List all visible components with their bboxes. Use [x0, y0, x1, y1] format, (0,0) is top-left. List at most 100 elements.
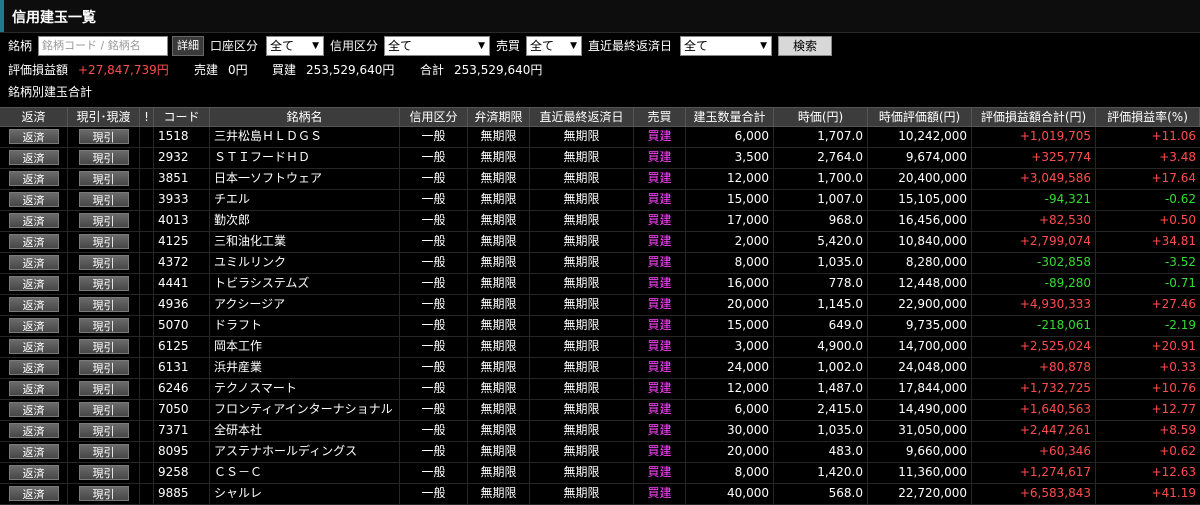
col-code[interactable]: コード: [154, 108, 210, 126]
genbiki-button[interactable]: 現引: [78, 381, 129, 396]
col-qty[interactable]: 建玉数量合計: [686, 108, 774, 126]
genbiki-button[interactable]: 現引: [78, 213, 129, 228]
baibai-select[interactable]: 全て ▼: [526, 36, 582, 56]
table-row[interactable]: 返済 現引 6246 テクノスマート 一般 無期限 無期限 買建 12,000 1,487.0 17…: [0, 379, 1200, 400]
col-rate[interactable]: 評価損益率(%): [1096, 108, 1200, 126]
kubun-cell: 一般: [400, 211, 468, 231]
search-button[interactable]: 検索: [778, 36, 832, 56]
name-cell[interactable]: 浜井産業: [210, 358, 400, 378]
col-val[interactable]: 時価評価額(円): [868, 108, 972, 126]
hensai-button[interactable]: 返済: [8, 150, 59, 165]
col-pl[interactable]: 評価損益額合計(円): [972, 108, 1096, 126]
name-cell[interactable]: ユミルリンク: [210, 253, 400, 273]
kubun-cell: 一般: [400, 316, 468, 336]
col-name[interactable]: 銘柄名: [210, 108, 400, 126]
hensai-button[interactable]: 返済: [8, 423, 59, 438]
name-cell[interactable]: 全研本社: [210, 421, 400, 441]
genbiki-button[interactable]: 現引: [78, 234, 129, 249]
name-cell[interactable]: 勤次郎: [210, 211, 400, 231]
name-cell[interactable]: ＳＴＩフードＨＤ: [210, 148, 400, 168]
genbiki-button[interactable]: 現引: [78, 318, 129, 333]
hensai-button[interactable]: 返済: [8, 360, 59, 375]
table-row[interactable]: 返済 現引 7050 フロンティアインターナショナル 一般 無期限 無期限 買建 6,000 2,…: [0, 400, 1200, 421]
genbiki-button[interactable]: 現引: [78, 150, 129, 165]
genbiki-button[interactable]: 現引: [78, 276, 129, 291]
genbiki-button[interactable]: 現引: [78, 192, 129, 207]
genbiki-button[interactable]: 現引: [78, 423, 129, 438]
table-row[interactable]: 返済 現引 4013 勤次郎 一般 無期限 無期限 買建 17,000 968.0 16,456,0…: [0, 211, 1200, 232]
table-row[interactable]: 返済 現引 4936 アクシージア 一般 無期限 無期限 買建 20,000 1,145.0 22,…: [0, 295, 1200, 316]
hensai-button[interactable]: 返済: [8, 465, 59, 480]
hensai-button[interactable]: 返済: [8, 171, 59, 186]
hensai-button[interactable]: 返済: [8, 213, 59, 228]
table-row[interactable]: 返済 現引 3851 日本一ソフトウェア 一般 無期限 無期限 買建 12,000 1,700.0…: [0, 169, 1200, 190]
hensai-button[interactable]: 返済: [8, 486, 59, 501]
genbiki-button[interactable]: 現引: [78, 339, 129, 354]
hensai-button[interactable]: 返済: [8, 255, 59, 270]
hensai-button[interactable]: 返済: [8, 402, 59, 417]
table-row[interactable]: 返済 現引 4125 三和油化工業 一般 無期限 無期限 買建 2,000 5,420.0 10,8…: [0, 232, 1200, 253]
table-row[interactable]: 返済 現引 9258 ＣＳ－Ｃ 一般 無期限 無期限 買建 8,000 1,420.0 11,360…: [0, 463, 1200, 484]
table-row[interactable]: 返済 現引 5070 ドラフト 一般 無期限 無期限 買建 15,000 649.0 9,735,0…: [0, 316, 1200, 337]
name-cell[interactable]: 三和油化工業: [210, 232, 400, 252]
name-cell[interactable]: 岡本工作: [210, 337, 400, 357]
name-cell[interactable]: 三井松島ＨＬＤＧＳ: [210, 127, 400, 147]
detail-button[interactable]: 詳細: [172, 36, 204, 56]
hensai-button[interactable]: 返済: [8, 297, 59, 312]
table-row[interactable]: 返済 現引 7371 全研本社 一般 無期限 無期限 買建 30,000 1,035.0 31,05…: [0, 421, 1200, 442]
table-row[interactable]: 返済 現引 8095 アステナホールディングス 一般 無期限 無期限 買建 20,000 483.…: [0, 442, 1200, 463]
table-row[interactable]: 返済 現引 4441 トビラシステムズ 一般 無期限 無期限 買建 16,000 778.0 12,…: [0, 274, 1200, 295]
genbiki-button[interactable]: 現引: [78, 402, 129, 417]
table-row[interactable]: 返済 現引 3933 チエル 一般 無期限 無期限 買建 15,000 1,007.0 15,105…: [0, 190, 1200, 211]
table-row[interactable]: 返済 現引 1518 三井松島ＨＬＤＧＳ 一般 無期限 無期限 買建 6,000 1,707.0 1…: [0, 127, 1200, 148]
name-cell[interactable]: トビラシステムズ: [210, 274, 400, 294]
hensai-button[interactable]: 返済: [8, 192, 59, 207]
hensai-button[interactable]: 返済: [8, 234, 59, 249]
col-kigen[interactable]: 弁済期限: [468, 108, 530, 126]
genbiki-button[interactable]: 現引: [78, 255, 129, 270]
hensai-button[interactable]: 返済: [8, 339, 59, 354]
koza-select[interactable]: 全て ▼: [266, 36, 324, 56]
kigen-cell: 無期限: [468, 253, 530, 273]
kigen-cell: 無期限: [468, 442, 530, 462]
col-price[interactable]: 時価(円): [774, 108, 868, 126]
table-row[interactable]: 返済 現引 6131 浜井産業 一般 無期限 無期限 買建 24,000 1,002.0 24,04…: [0, 358, 1200, 379]
col-baibai[interactable]: 売買: [634, 108, 686, 126]
col-hensaibi[interactable]: 直近最終返済日: [530, 108, 634, 126]
name-cell[interactable]: アステナホールディングス: [210, 442, 400, 462]
genbiki-button[interactable]: 現引: [78, 486, 129, 501]
genbiki-button[interactable]: 現引: [78, 360, 129, 375]
hensai-button[interactable]: 返済: [8, 381, 59, 396]
genbiki-button[interactable]: 現引: [78, 444, 129, 459]
name-cell[interactable]: シャルレ: [210, 484, 400, 504]
name-cell[interactable]: ＣＳ－Ｃ: [210, 463, 400, 483]
name-cell[interactable]: 日本一ソフトウェア: [210, 169, 400, 189]
chevron-down-icon: ▼: [570, 41, 577, 51]
warn-cell: [140, 358, 154, 378]
meigara-input[interactable]: 銘柄コード / 銘柄名: [38, 36, 168, 56]
name-cell[interactable]: アクシージア: [210, 295, 400, 315]
table-row[interactable]: 返済 現引 2932 ＳＴＩフードＨＤ 一般 無期限 無期限 買建 3,500 2,764.0 9,…: [0, 148, 1200, 169]
name-cell[interactable]: フロンティアインターナショナル: [210, 400, 400, 420]
hensai-button[interactable]: 返済: [8, 129, 59, 144]
table-row[interactable]: 返済 現引 6125 岡本工作 一般 無期限 無期限 買建 3,000 4,900.0 14,700…: [0, 337, 1200, 358]
genbiki-button[interactable]: 現引: [78, 297, 129, 312]
table-row[interactable]: 返済 現引 9885 シャルレ 一般 無期限 無期限 買建 40,000 568.0 22,720,…: [0, 484, 1200, 505]
col-kubun[interactable]: 信用区分: [400, 108, 468, 126]
value-cell: 8,280,000: [868, 253, 972, 273]
hensai-button[interactable]: 返済: [8, 276, 59, 291]
name-cell[interactable]: チエル: [210, 190, 400, 210]
shinyo-select[interactable]: 全て ▼: [384, 36, 490, 56]
name-cell[interactable]: テクノスマート: [210, 379, 400, 399]
genbiki-button[interactable]: 現引: [78, 129, 129, 144]
genbiki-button[interactable]: 現引: [78, 465, 129, 480]
name-cell[interactable]: ドラフト: [210, 316, 400, 336]
genbiki-button[interactable]: 現引: [78, 171, 129, 186]
value-cell: 9,674,000: [868, 148, 972, 168]
hensai-button[interactable]: 返済: [8, 444, 59, 459]
hensai-button[interactable]: 返済: [8, 318, 59, 333]
table-row[interactable]: 返済 現引 4372 ユミルリンク 一般 無期限 無期限 買建 8,000 1,035.0 8,28…: [0, 253, 1200, 274]
warn-cell: [140, 337, 154, 357]
hensai-cell: 返済: [0, 484, 68, 504]
hensai-select[interactable]: 全て ▼: [680, 36, 772, 56]
